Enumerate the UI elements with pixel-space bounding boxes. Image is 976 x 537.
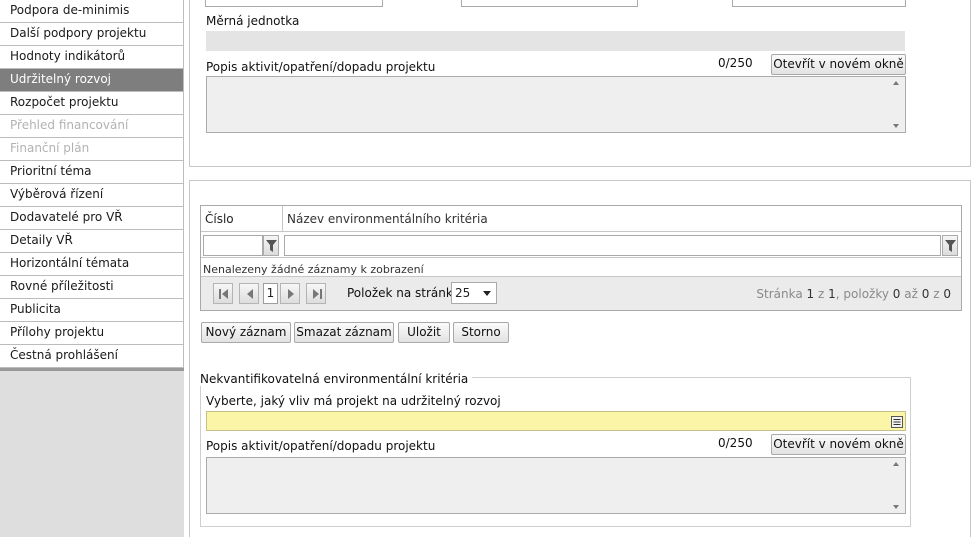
page-info-total-items: 0 [943,287,951,301]
sidebar-item[interactable]: Hodnoty indikátorů [0,46,183,69]
environmental-criteria-panel: Číslo Název environmentálního kritéria N… [189,180,971,537]
empty-grid-message: Nenalezeny žádné záznamy k zobrazení [203,263,424,276]
page-info-total: 1 [828,287,836,301]
unit-label: Měrná jednotka [206,14,300,28]
page-info-of: z [818,287,825,301]
nonquantifiable-legend: Nekvantifikovatelná environmentální krit… [200,372,473,386]
grid-filter-row [201,233,961,258]
sidebar-menu: Podpora de-minimis Další podpory projektu… [0,0,184,368]
sidebar-item[interactable]: Podpora de-minimis [0,0,183,23]
sidebar-item[interactable]: Publicita [0,299,183,322]
sidebar-item[interactable]: Dodavatelé pro VŘ [0,207,183,230]
nq-char-counter: 0/250 [718,436,753,450]
last-page-button[interactable] [306,283,326,304]
next-page-icon [288,289,294,299]
filter-icon [266,240,277,252]
first-page-icon [219,289,228,299]
page-info-items-label: , položky [835,287,889,301]
sidebar-item[interactable]: Výběrová řízení [0,184,183,207]
sidebar-item[interactable]: Udržitelný rozvoj [0,69,183,92]
sidebar-item: Přehled financování [0,115,183,138]
number-filter-input[interactable] [203,235,263,256]
criteria-grid: Číslo Název environmentálního kritéria N… [200,205,962,311]
page-info-current: 1 [806,287,815,301]
scroll-up-icon[interactable] [893,81,899,85]
page-size-label: Položek na stránku [347,286,461,300]
previous-page-button[interactable] [239,283,259,304]
first-page-button[interactable] [213,283,233,304]
impact-label: Vyberte, jaký vliv má projekt na udržite… [206,394,501,408]
description-label: Popis aktivit/opatření/dopadu projektu [206,60,436,74]
sidebar-item[interactable]: Detaily VŘ [0,230,183,253]
nq-textarea-scrollbar[interactable] [890,459,904,512]
field-top-left[interactable] [205,0,383,7]
page-info-to-word: až [904,287,918,301]
description-textarea[interactable] [206,76,906,133]
impact-select[interactable] [206,411,906,431]
delete-record-button[interactable]: Smazat záznam [294,322,394,343]
sidebar-item: Finanční plán [0,138,183,161]
chevron-down-icon [483,291,491,296]
grid-pager: 1 Položek na stránku 25 Stránka 1 z 1, p… [201,276,961,310]
char-counter: 0/250 [718,56,753,70]
textarea-scrollbar[interactable] [890,78,904,131]
name-filter-input[interactable] [284,235,941,256]
sidebar-item[interactable]: Přílohy projektu [0,322,183,345]
column-header-name[interactable]: Název environmentálního kritéria [287,212,488,226]
filter-icon [945,240,956,252]
next-page-button[interactable] [280,283,300,304]
new-record-button[interactable]: Nový záznam [201,322,291,343]
current-page-number[interactable]: 1 [263,283,278,304]
page-info-of-word: z [933,287,940,301]
unit-field [206,31,905,51]
grid-header: Číslo Název environmentálního kritéria [201,206,961,232]
scroll-down-icon[interactable] [893,124,899,128]
nq-open-in-new-window-button[interactable]: Otevřít v novém okně [771,434,906,455]
name-filter-button[interactable] [942,235,958,256]
nq-description-textarea[interactable] [206,457,906,514]
scroll-up-icon[interactable] [893,462,899,466]
page-info: Stránka 1 z 1, položky 0 až 0 z 0 [756,287,951,301]
field-top-middle[interactable] [461,0,638,7]
save-button[interactable]: Uložit [398,322,450,343]
sidebar-item[interactable]: Další podpory projektu [0,23,183,46]
field-top-right[interactable] [732,0,906,7]
sidebar-item[interactable]: Rovné příležitosti [0,276,183,299]
list-icon[interactable] [891,416,903,428]
sidebar: Podpora de-minimis Další podpory projektu… [0,0,184,537]
nq-description-label: Popis aktivit/opatření/dopadu projektu [206,439,436,453]
number-filter-button[interactable] [263,235,279,256]
cancel-button[interactable]: Storno [453,322,509,343]
page-size-select[interactable]: 25 [451,282,497,304]
sidebar-item[interactable]: Horizontální témata [0,253,183,276]
open-in-new-window-button[interactable]: Otevřít v novém okně [771,54,906,75]
sustainability-criteria-panel: Měrná jednotka Popis aktivit/opatření/do… [189,0,971,167]
sidebar-item[interactable]: Rozpočet projektu [0,92,183,115]
page-info-from: 0 [892,287,901,301]
page-size-value: 25 [455,286,471,300]
previous-page-icon [247,289,253,299]
page-info-to: 0 [921,287,930,301]
last-page-icon [313,289,322,299]
sidebar-item[interactable]: Čestná prohlášení [0,345,183,368]
page-info-prefix: Stránka [756,287,803,301]
sidebar-divider [0,368,184,371]
column-header-number[interactable]: Číslo [201,206,283,232]
scroll-down-icon[interactable] [893,505,899,509]
sidebar-item[interactable]: Prioritní téma [0,161,183,184]
